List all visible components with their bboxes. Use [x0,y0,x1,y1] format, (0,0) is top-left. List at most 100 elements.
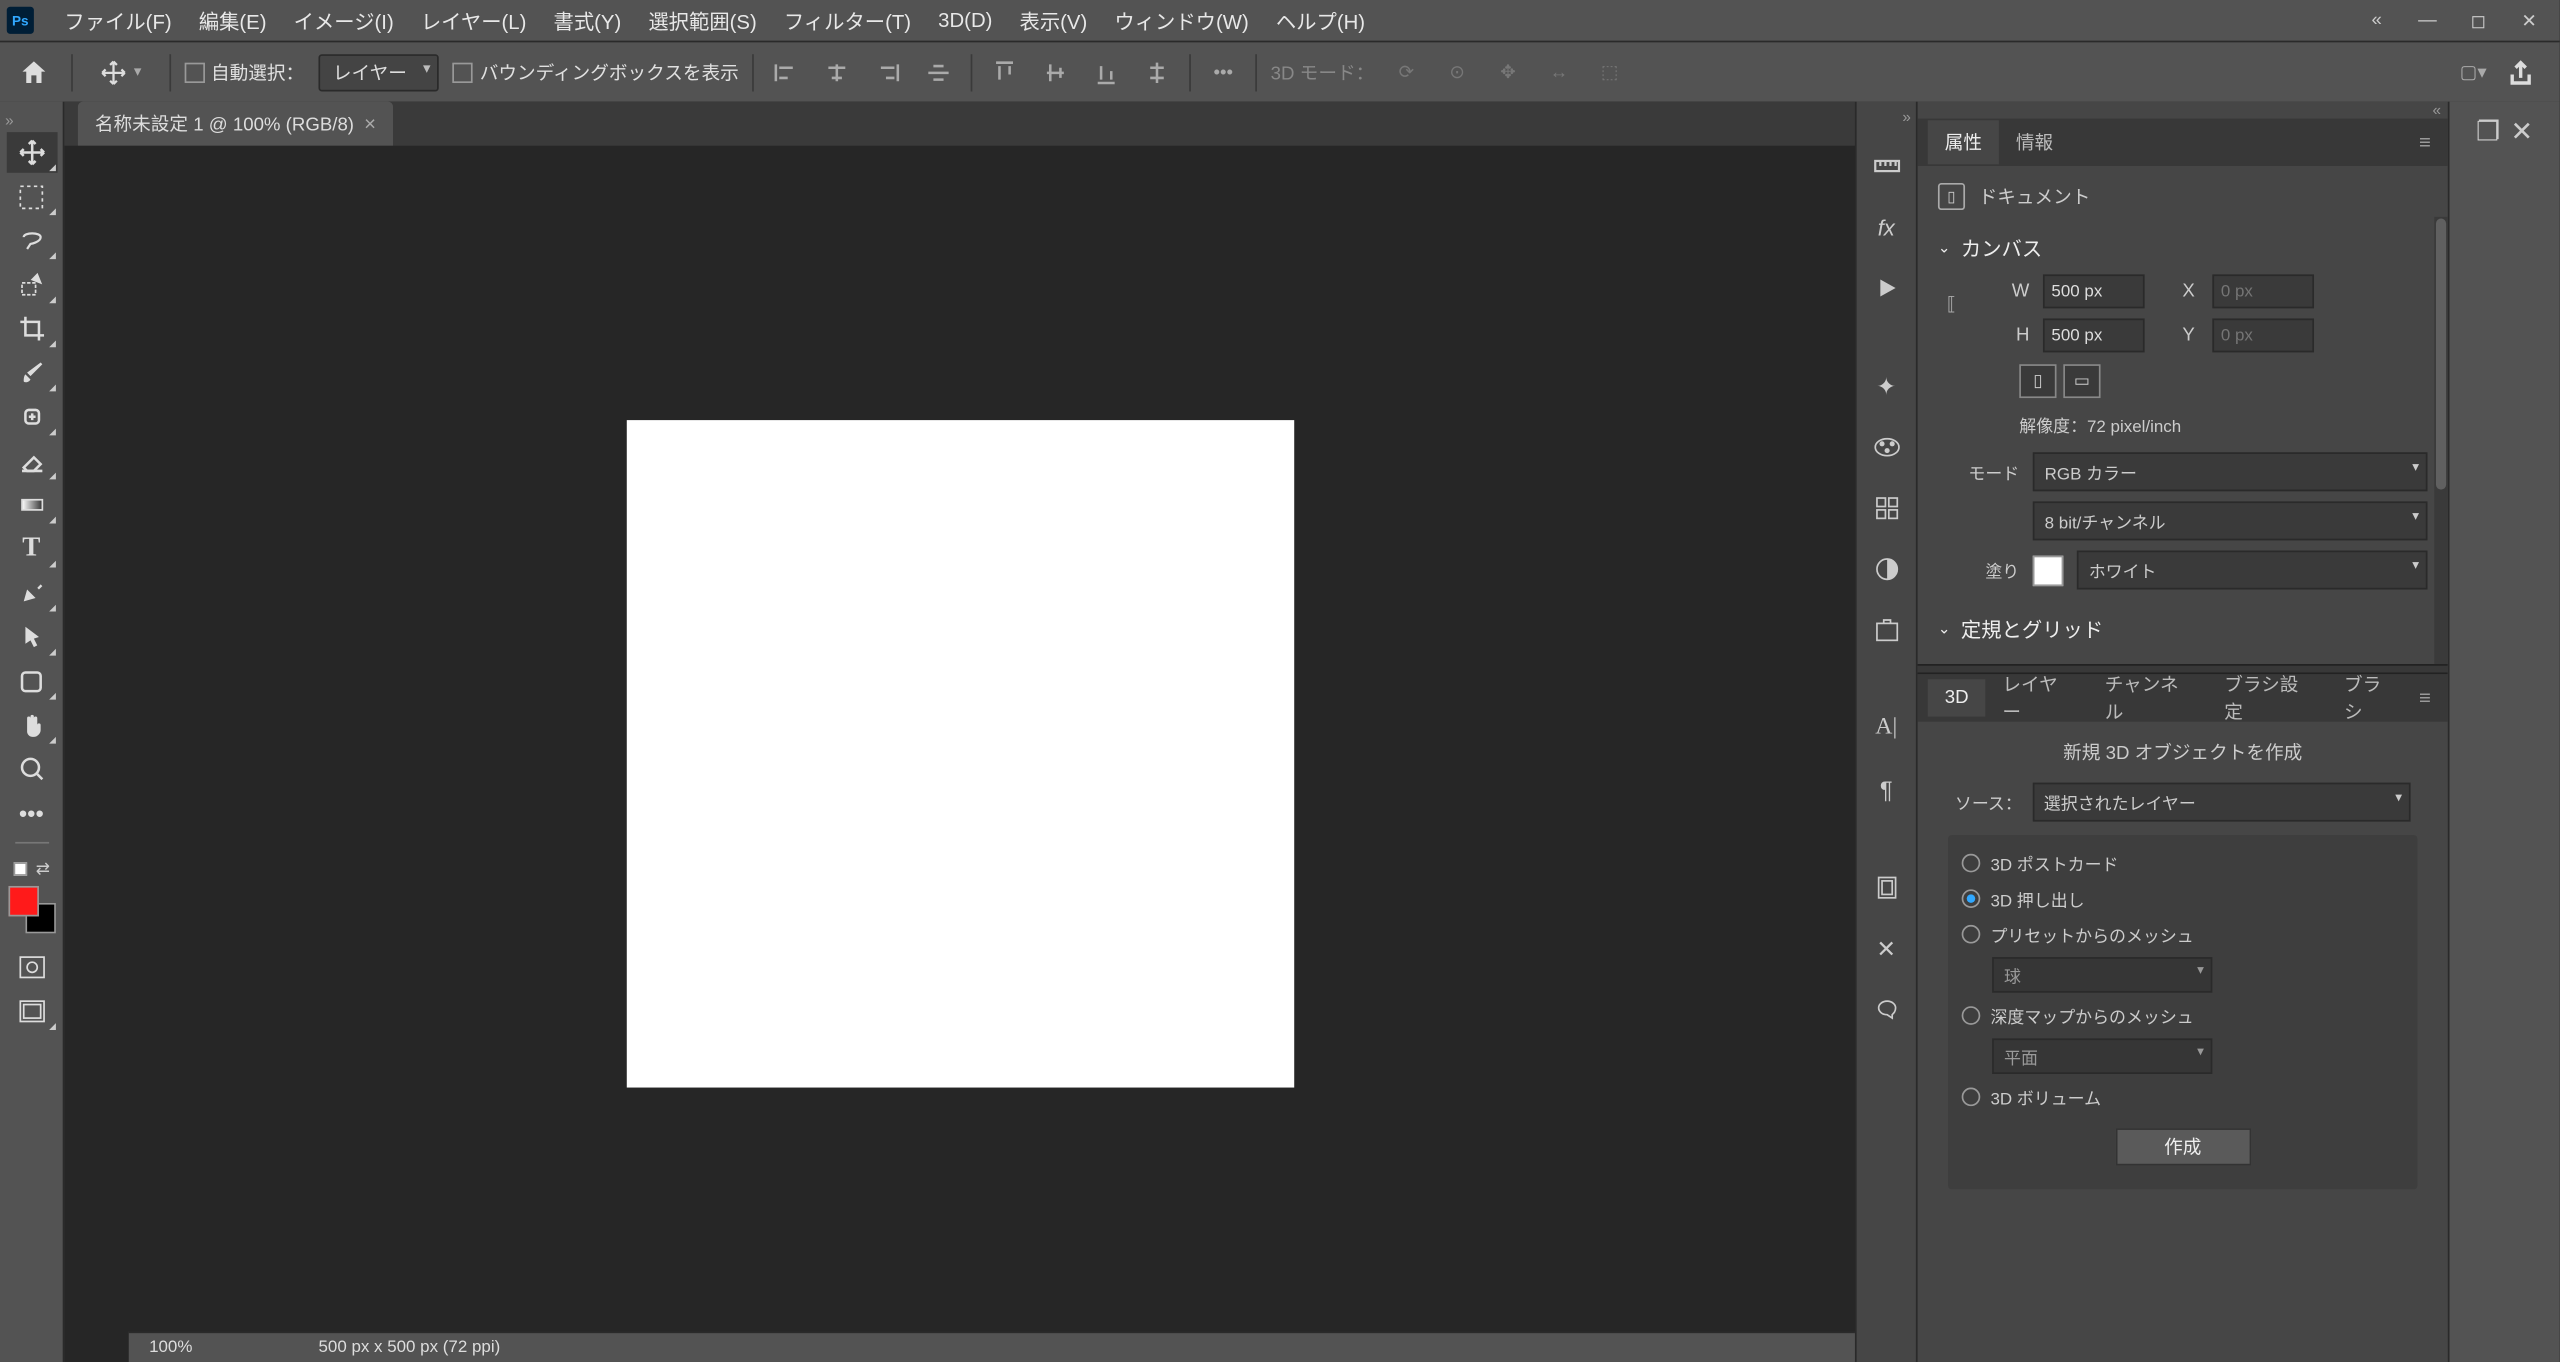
frame-picker-icon[interactable]: ▢▾ [2455,53,2492,90]
align-center-h-icon[interactable] [818,53,855,90]
edit-toolbar[interactable]: ••• [6,793,57,834]
scrollbar[interactable] [2434,217,2448,664]
radio-depth-map[interactable]: 深度マップからのメッシュ [1962,998,2404,1034]
menu-view[interactable]: 表示(V) [1006,6,1101,35]
menu-select[interactable]: 選択範囲(S) [635,6,771,35]
menu-filter[interactable]: フィルター(T) [770,6,924,35]
collapse-panels-icon[interactable]: « [1918,102,2448,119]
swap-default-colors[interactable]: ⇄ [13,859,50,879]
play-panel-icon[interactable] [1866,268,1907,309]
color-panel-icon[interactable] [1866,427,1907,468]
minimize-icon[interactable]: — [2404,3,2451,37]
tab-info[interactable]: 情報 [1999,120,2070,164]
canvas-section-header[interactable]: ⌄ カンバス [1938,227,2428,269]
auto-select-target[interactable]: レイヤー [318,53,439,90]
minimize-panel-icon[interactable]: « [2353,3,2400,37]
align-right-icon[interactable] [869,53,906,90]
align-top-icon[interactable] [986,53,1023,90]
menu-edit[interactable]: 編集(E) [185,6,280,35]
color-swatches[interactable] [8,886,55,933]
tab-3d[interactable]: 3D [1928,679,1986,716]
swatches-panel-icon[interactable] [1866,488,1907,529]
menu-type[interactable]: 書式(Y) [540,6,635,35]
fx-panel-icon[interactable]: fx [1866,207,1907,248]
ruler-panel-icon[interactable] [1866,146,1907,187]
menu-help[interactable]: ヘルプ(H) [1262,6,1378,35]
character-panel-icon[interactable]: A| [1866,708,1907,749]
depth-map-dropdown[interactable]: 平面 [1992,1038,2212,1074]
crop-tool[interactable] [6,308,57,349]
height-input[interactable] [2043,318,2145,352]
canvas[interactable] [626,420,1293,1087]
menu-layer[interactable]: レイヤー(L) [407,6,540,35]
brush-tool[interactable] [6,352,57,393]
zoom-level[interactable]: 100% [149,1338,251,1357]
create-button[interactable]: 作成 [2115,1128,2251,1165]
auto-select-checkbox[interactable]: 自動選択： [184,58,304,85]
radio-volume[interactable]: 3D ボリューム [1962,1079,2404,1115]
restore-window-icon[interactable]: ❐ [2476,115,2500,149]
panel-menu-icon[interactable]: ≡ [2412,130,2437,154]
move-tool[interactable] [6,132,57,173]
fill-swatch[interactable] [2033,555,2063,585]
ruler-section-header[interactable]: ⌄ 定規とグリッド [1938,608,2428,650]
3d-slide-icon[interactable]: ↔ [1540,53,1577,90]
paragraph-panel-icon[interactable]: ¶ [1866,769,1907,810]
tab-brushes[interactable]: ブラシ [2327,662,2412,733]
document-tab[interactable]: 名称未設定 1 @ 100% (RGB/8) × [78,102,393,146]
menu-3d[interactable]: 3D(D) [925,8,1006,32]
3d-scale-icon[interactable]: ⬚ [1591,53,1628,90]
orientation-portrait-icon[interactable]: ▯ [2019,364,2056,398]
radio-extrusion[interactable]: 3D 押し出し [1962,881,2404,917]
marquee-tool[interactable] [6,176,57,217]
path-select-tool[interactable] [6,617,57,658]
orientation-landscape-icon[interactable]: ▭ [2063,364,2100,398]
toolbar-collapse-handle[interactable]: » [0,112,14,129]
adjustments-panel-icon[interactable] [1866,549,1907,590]
bbox-checkbox[interactable]: バウンディングボックスを表示 [453,58,739,85]
panel-menu-icon[interactable]: ≡ [2412,686,2437,710]
share-icon[interactable] [2502,53,2539,90]
link-dimensions-icon[interactable]: ⟦ [1938,269,1965,315]
quick-select-tool[interactable] [6,264,57,305]
screen-mode-tool[interactable] [6,991,57,1032]
lasso-tool[interactable] [6,220,57,261]
align-center-v-icon[interactable] [1037,53,1074,90]
align-bottom-icon[interactable] [1088,53,1125,90]
distribute-icon[interactable] [920,53,957,90]
foreground-color[interactable] [8,886,38,916]
navigator-panel-icon[interactable]: ✦ [1866,366,1907,407]
shape-tool[interactable] [6,661,57,702]
bit-depth-dropdown[interactable]: 8 bit/チャンネル [2033,501,2428,540]
home-button[interactable] [10,48,57,95]
tab-layers[interactable]: レイヤー [1985,662,2087,733]
mesh-preset-dropdown[interactable]: 球 [1992,957,2212,993]
3d-pan-icon[interactable]: ✥ [1489,53,1526,90]
radio-postcard[interactable]: 3D ポストカード [1962,845,2404,881]
quick-mask-tool[interactable] [6,947,57,988]
menu-window[interactable]: ウィンドウ(W) [1101,6,1262,35]
zoom-tool[interactable] [6,749,57,790]
source-dropdown[interactable]: 選択されたレイヤー [2032,783,2411,822]
menu-image[interactable]: イメージ(I) [280,6,407,35]
gradient-tool[interactable] [6,484,57,525]
close-tab-icon[interactable]: × [364,112,376,136]
3d-orbit-icon[interactable]: ⟳ [1388,53,1425,90]
more-options-icon[interactable]: ••• [1205,53,1242,90]
expand-panels-icon[interactable]: » [1902,108,1916,125]
close-icon[interactable]: ✕ [2505,3,2552,37]
hand-tool[interactable] [6,705,57,746]
type-tool[interactable]: T [6,529,57,570]
menu-file[interactable]: ファイル(F) [51,6,185,35]
close-window-icon[interactable]: ✕ [2510,115,2533,149]
align-left-icon[interactable] [768,53,805,90]
width-input[interactable] [2043,274,2145,308]
color-mode-dropdown[interactable]: RGB カラー [2033,452,2428,491]
tab-channels[interactable]: チャンネル [2088,662,2208,733]
comments-panel-icon[interactable] [1866,989,1907,1030]
maximize-icon[interactable]: ◻ [2455,3,2502,37]
canvas-viewport[interactable] [64,146,1855,1362]
tab-properties[interactable]: 属性 [1928,120,1999,164]
distribute-v-icon[interactable] [1139,53,1176,90]
fill-dropdown[interactable]: ホワイト [2077,551,2428,590]
